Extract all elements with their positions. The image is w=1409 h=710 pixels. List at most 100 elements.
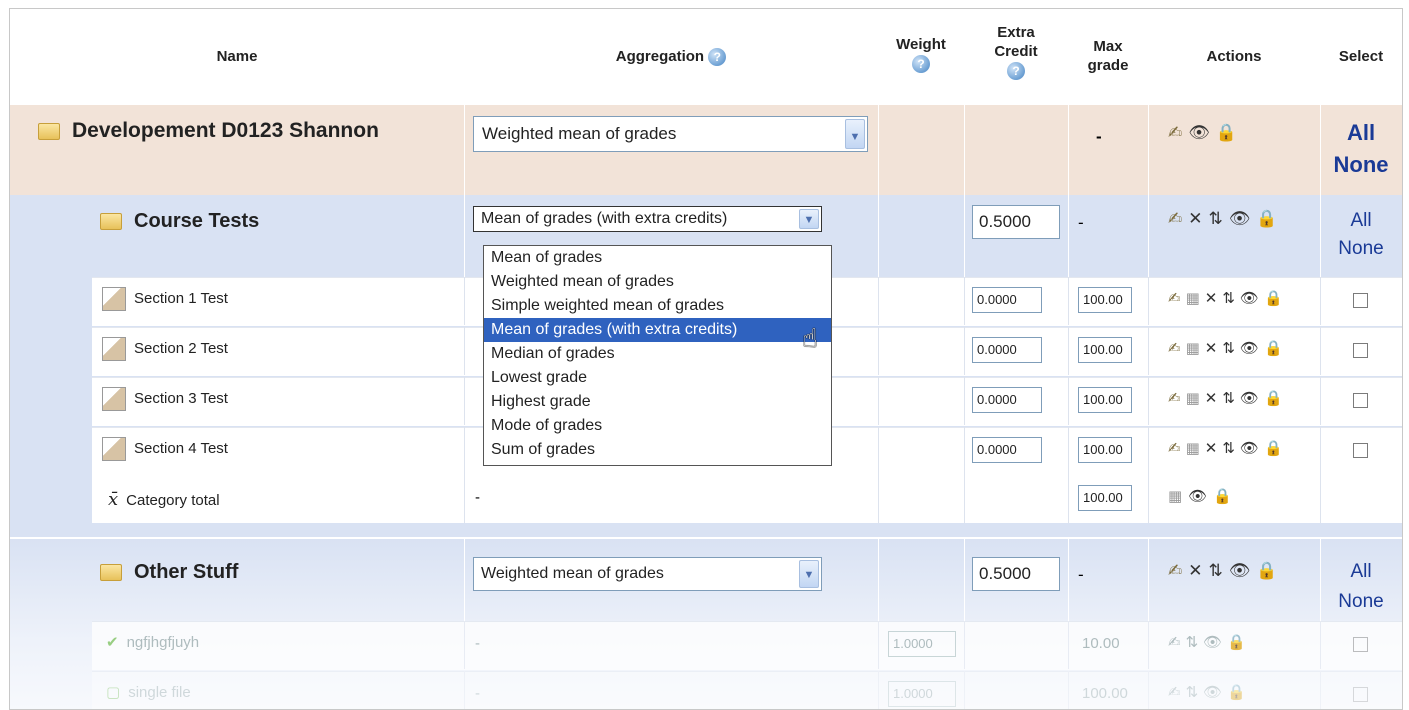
eye-icon[interactable]: 👁 [1240, 290, 1264, 307]
eye-icon[interactable]: 👁 [1240, 440, 1264, 457]
select-all-link[interactable]: All [1350, 210, 1371, 231]
dropdown-option[interactable]: Mean of grades [484, 246, 831, 270]
eye-icon[interactable]: 👁 [1229, 209, 1257, 228]
calculator-icon[interactable]: ▦ [1186, 290, 1205, 307]
lock-icon[interactable]: 🔒 [1216, 123, 1243, 142]
eye-icon[interactable]: 👁 [1203, 684, 1227, 701]
chevron-down-icon[interactable]: ▼ [845, 119, 865, 149]
lock-icon[interactable]: 🔒 [1264, 290, 1288, 307]
edit-icon[interactable]: ✍ [1168, 123, 1188, 142]
item-name[interactable]: Section 2 Test [134, 340, 228, 357]
category-total-max-grade-input[interactable]: 100.00 [1078, 485, 1132, 511]
item-max-grade-input[interactable]: 100.00 [1078, 287, 1132, 313]
calculator-icon[interactable]: ▦ [1186, 440, 1205, 457]
edit-icon[interactable]: ✍ [1168, 561, 1188, 580]
calculator-icon[interactable]: ▦ [1186, 340, 1205, 357]
edit-icon[interactable]: ✍ [1168, 390, 1186, 407]
chevron-down-icon[interactable]: ▼ [799, 209, 819, 229]
dropdown-option[interactable]: Simple weighted mean of grades [484, 294, 831, 318]
eye-icon[interactable]: 👁 [1229, 561, 1257, 580]
item-max-grade-input[interactable]: 100.00 [1078, 387, 1132, 413]
lock-icon[interactable]: 🔒 [1213, 488, 1238, 505]
delete-icon[interactable]: ✕ [1205, 440, 1223, 457]
select-checkbox[interactable] [1353, 443, 1368, 458]
item-name[interactable]: Section 1 Test [134, 290, 228, 307]
delete-icon[interactable]: ✕ [1188, 209, 1208, 228]
move-icon[interactable]: ⇅ [1186, 684, 1204, 701]
edit-icon[interactable]: ✍ [1168, 634, 1186, 651]
eye-icon[interactable]: 👁 [1188, 123, 1216, 142]
aggregation-dropdown-list[interactable]: Mean of grades Weighted mean of grades Sim… [483, 245, 832, 466]
item-name[interactable]: single file [128, 684, 191, 701]
item-extra-credit-input[interactable]: 0.0000 [972, 387, 1042, 413]
item-max-grade-input[interactable]: 100.00 [1078, 437, 1132, 463]
lock-icon[interactable]: 🔒 [1264, 390, 1288, 407]
move-icon[interactable]: ⇅ [1222, 440, 1240, 457]
course-tests-extra-credit-input[interactable]: 0.5000 [972, 205, 1060, 239]
item-name[interactable]: Section 3 Test [134, 390, 228, 407]
item-name[interactable]: Section 4 Test [134, 440, 228, 457]
delete-icon[interactable]: ✕ [1205, 340, 1223, 357]
lock-icon[interactable]: 🔒 [1264, 440, 1288, 457]
select-checkbox[interactable] [1353, 343, 1368, 358]
edit-icon[interactable]: ✍ [1168, 340, 1186, 357]
dropdown-option[interactable]: Mean of grades (with extra credits) [484, 318, 831, 342]
assignment-icon [102, 287, 126, 311]
move-icon[interactable]: ⇅ [1222, 340, 1240, 357]
move-icon[interactable]: ⇅ [1209, 209, 1229, 228]
edit-icon[interactable]: ✍ [1168, 290, 1186, 307]
edit-icon[interactable]: ✍ [1168, 209, 1188, 228]
edit-icon[interactable]: ✍ [1168, 440, 1186, 457]
help-icon[interactable]: ? [1007, 62, 1025, 81]
lock-icon[interactable]: 🔒 [1256, 209, 1283, 228]
delete-icon[interactable]: ✕ [1188, 561, 1208, 580]
item-weight-input[interactable]: 1.0000 [888, 681, 956, 707]
calculator-icon[interactable]: ▦ [1168, 488, 1188, 505]
move-icon[interactable]: ⇅ [1209, 561, 1229, 580]
lock-icon[interactable]: 🔒 [1256, 561, 1283, 580]
item-name-cell: Section 1 Test [102, 287, 228, 311]
course-aggregation-select[interactable]: Weighted mean of grades ▼ [473, 116, 868, 152]
edit-icon[interactable]: ✍ [1168, 684, 1186, 701]
delete-icon[interactable]: ✕ [1205, 290, 1223, 307]
calculator-icon[interactable]: ▦ [1186, 390, 1205, 407]
item-actions: ✍▦✕⇅👁🔒 [1168, 339, 1288, 357]
item-name[interactable]: ngfjhgfjuyh [127, 634, 200, 651]
eye-icon[interactable]: 👁 [1188, 488, 1213, 505]
item-extra-credit-input[interactable]: 0.0000 [972, 437, 1042, 463]
move-icon[interactable]: ⇅ [1222, 390, 1240, 407]
lock-icon[interactable]: 🔒 [1227, 634, 1251, 651]
select-all-link[interactable]: All [1350, 561, 1371, 582]
dropdown-option[interactable]: Lowest grade [484, 366, 831, 390]
other-stuff-aggregation-select[interactable]: Weighted mean of grades ▼ [473, 557, 822, 591]
select-none-link[interactable]: None [1338, 238, 1383, 259]
dropdown-option[interactable]: Weighted mean of grades [484, 270, 831, 294]
chevron-down-icon[interactable]: ▼ [799, 560, 819, 588]
eye-icon[interactable]: 👁 [1203, 634, 1227, 651]
lock-icon[interactable]: 🔒 [1227, 684, 1251, 701]
course-tests-aggregation-select[interactable]: Mean of grades (with extra credits) ▼ [473, 206, 822, 232]
dropdown-option[interactable]: Sum of grades [484, 438, 831, 462]
dropdown-option[interactable]: Highest grade [484, 390, 831, 414]
select-checkbox[interactable] [1353, 293, 1368, 308]
move-icon[interactable]: ⇅ [1222, 290, 1240, 307]
lock-icon[interactable]: 🔒 [1264, 340, 1288, 357]
help-icon[interactable]: ? [708, 48, 727, 67]
dropdown-option[interactable]: Median of grades [484, 342, 831, 366]
delete-icon[interactable]: ✕ [1205, 390, 1223, 407]
help-icon[interactable]: ? [912, 55, 930, 74]
item-extra-credit-input[interactable]: 0.0000 [972, 337, 1042, 363]
select-none-link[interactable]: None [1338, 591, 1383, 612]
item-weight-input[interactable]: 1.0000 [888, 631, 956, 657]
eye-icon[interactable]: 👁 [1240, 340, 1264, 357]
dropdown-option[interactable]: Mode of grades [484, 414, 831, 438]
other-stuff-extra-credit-input[interactable]: 0.5000 [972, 557, 1060, 591]
select-all-link[interactable]: All [1347, 120, 1375, 145]
item-max-grade-input[interactable]: 100.00 [1078, 337, 1132, 363]
select-checkbox[interactable] [1353, 393, 1368, 408]
select-none-link[interactable]: None [1334, 152, 1389, 177]
select-checkbox[interactable] [1353, 637, 1368, 652]
move-icon[interactable]: ⇅ [1186, 634, 1204, 651]
item-extra-credit-input[interactable]: 0.0000 [972, 287, 1042, 313]
eye-icon[interactable]: 👁 [1240, 390, 1264, 407]
